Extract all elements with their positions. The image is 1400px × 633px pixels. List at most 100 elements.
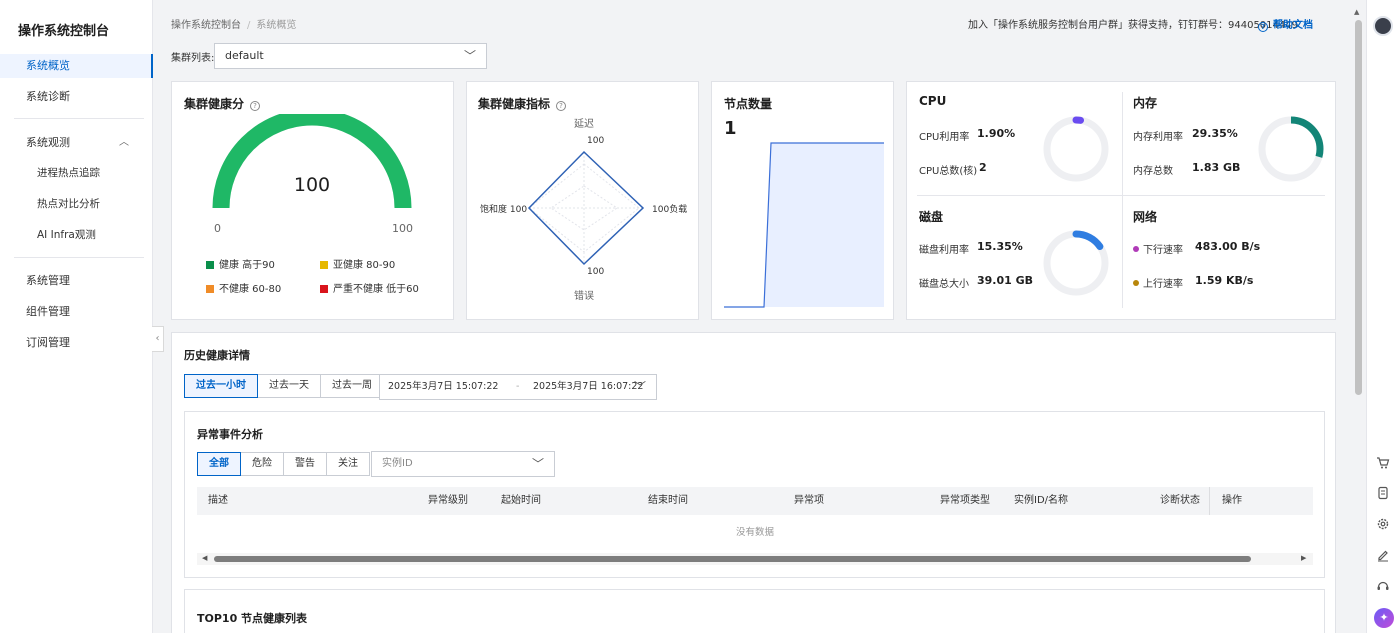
- column-header: 异常项类型: [940, 495, 990, 506]
- column-header: 结束时间: [648, 495, 688, 506]
- sidebar-item-overview[interactable]: 系统概览: [0, 54, 153, 78]
- legend-label: 严重不健康 低于60: [333, 284, 419, 295]
- disk-donut: [1043, 230, 1109, 296]
- sidebar-item-label: 系统观测: [26, 136, 70, 149]
- top10-panel: TOP10 节点健康列表: [184, 589, 1325, 633]
- cluster-select[interactable]: default ﹀: [214, 43, 487, 69]
- edit-icon[interactable]: [1375, 548, 1391, 564]
- column-header: 异常级别: [428, 495, 468, 506]
- disk-usage-value: 15.35%: [977, 240, 1023, 253]
- ai-assistant-icon[interactable]: ✦: [1374, 608, 1394, 628]
- radar-axis-name-load: 负载: [669, 205, 688, 215]
- health-score-value: 100: [293, 174, 331, 196]
- gauge-max-label: 100: [392, 222, 413, 235]
- filter-tab-attention[interactable]: 关注: [326, 452, 370, 476]
- column-header: 描述: [208, 495, 228, 506]
- help-docs-link[interactable]: ? 帮助文档: [1258, 16, 1313, 32]
- resources-divider-v: [1122, 92, 1123, 308]
- horizontal-scrollbar[interactable]: ◀ ▶: [197, 553, 1313, 565]
- anomaly-filter-tabs: 全部 危险 警告 关注: [197, 452, 370, 476]
- network-up-value: 1.59 KB/s: [1195, 274, 1254, 287]
- memory-donut: [1258, 116, 1324, 182]
- cpu-count-label: CPU总数(核): [919, 166, 978, 177]
- column-header: 操作: [1222, 495, 1242, 506]
- range-tab-week[interactable]: 过去一周: [320, 374, 384, 398]
- chevron-down-icon: ﹀: [633, 380, 646, 394]
- cpu-count-value: 2: [979, 161, 987, 174]
- date-range-sep: -: [516, 381, 520, 392]
- anomaly-panel: 异常事件分析 全部 危险 警告 关注 实例ID ﹀ 描述 异常级别 起始时间 结…: [184, 411, 1325, 578]
- question-icon[interactable]: ?: [250, 101, 261, 111]
- instance-id-select[interactable]: 实例ID ﹀: [371, 451, 555, 477]
- gauge-min-label: 0: [214, 222, 221, 235]
- instance-id-placeholder: 实例ID: [382, 458, 413, 469]
- legend-item-healthy: 健康 高于90: [206, 256, 275, 271]
- top10-title: TOP10 节点健康列表: [197, 612, 308, 625]
- avatar[interactable]: [1373, 16, 1393, 36]
- legend-label: 健康 高于90: [219, 260, 275, 271]
- sidebar: 操作系统控制台 系统概览 系统诊断 系统观测 ︿ 进程热点追踪 热点对比分析 A…: [0, 0, 153, 633]
- breadcrumb-item-console[interactable]: 操作系统控制台: [171, 20, 241, 31]
- cart-icon[interactable]: [1375, 456, 1391, 472]
- chevron-down-icon: ﹀: [463, 49, 476, 63]
- range-tab-hour[interactable]: 过去一小时: [184, 374, 258, 398]
- cpu-title: CPU: [919, 94, 947, 108]
- sidebar-item-observability[interactable]: 系统观测 ︿: [0, 131, 153, 155]
- sidebar-collapse-button[interactable]: ‹: [152, 326, 164, 352]
- date-range-picker[interactable]: 2025年3月7日 15:07:22 - 2025年3月7日 16:07:22 …: [379, 374, 657, 400]
- sidebar-item-subscription[interactable]: 订阅管理: [0, 331, 153, 355]
- range-tab-day[interactable]: 过去一天: [257, 374, 321, 398]
- disk-title: 磁盘: [919, 210, 944, 224]
- sidebar-item-process-hotspot[interactable]: 进程热点追踪: [0, 161, 153, 185]
- sidebar-divider: [14, 118, 144, 119]
- filter-tab-warning[interactable]: 警告: [283, 452, 327, 476]
- headset-icon[interactable]: [1375, 579, 1391, 595]
- breadcrumb: 操作系统控制台 / 系统概览: [171, 20, 297, 31]
- date-range-start: 2025年3月7日 15:07:22: [388, 381, 499, 392]
- help-docs-label: 帮助文档: [1273, 20, 1313, 31]
- anomaly-title: 异常事件分析: [197, 428, 263, 441]
- cpu-usage-value: 1.90%: [977, 127, 1016, 140]
- column-header: 异常项: [794, 495, 824, 506]
- radar-value-load-number: 100: [652, 205, 670, 215]
- sidebar-item-ai-infra[interactable]: AI Infra观测: [0, 223, 153, 247]
- health-gauge: [212, 114, 412, 209]
- history-card: 历史健康详情 过去一小时 过去一天 过去一周 2025年3月7日 15:07:2…: [171, 332, 1336, 633]
- filter-tab-danger[interactable]: 危险: [240, 452, 284, 476]
- breadcrumb-item-current: 系统概览: [256, 20, 297, 31]
- sidebar-item-component-manage[interactable]: 组件管理: [0, 300, 153, 324]
- document-icon[interactable]: [1375, 486, 1391, 502]
- sidebar-item-hotspot-compare[interactable]: 热点对比分析: [0, 192, 153, 216]
- horizontal-scrollbar-thumb[interactable]: [214, 556, 1251, 562]
- scroll-up-icon[interactable]: ▲: [1354, 8, 1359, 16]
- sidebar-item-diagnosis[interactable]: 系统诊断: [0, 85, 153, 109]
- disk-total-label: 磁盘总大小: [919, 279, 969, 290]
- filter-tab-all[interactable]: 全部: [197, 452, 241, 476]
- legend-swatch: [320, 285, 328, 293]
- radar-value-latency: 100: [587, 136, 605, 146]
- gear-icon[interactable]: [1375, 517, 1391, 533]
- health-score-title: 集群健康分?: [184, 95, 261, 112]
- node-count-value: 1: [724, 118, 737, 139]
- radar-value-saturation-number: 100: [509, 205, 528, 215]
- resources-divider-h: [917, 195, 1325, 196]
- radar-value-load: 100负载: [652, 202, 687, 215]
- radar-axis-name-error: 错误: [574, 291, 594, 302]
- network-down-dot: [1133, 246, 1139, 252]
- memory-total-label: 内存总数: [1133, 166, 1173, 177]
- scroll-right-icon[interactable]: ▶: [1301, 554, 1306, 562]
- sidebar-item-system-manage[interactable]: 系统管理: [0, 269, 153, 293]
- legend-swatch: [206, 285, 214, 293]
- health-metrics-card: 集群健康指标? 延迟 100 100负载 100 错误 饱和度 100: [466, 81, 699, 320]
- radar-value-saturation: 饱和度 100: [480, 202, 527, 215]
- node-count-title: 节点数量: [724, 97, 773, 111]
- radar-axis-name-saturation: 饱和度: [480, 205, 508, 215]
- scroll-left-icon[interactable]: ◀: [202, 554, 207, 562]
- health-score-card: 集群健康分? 100 0 100 健康 高于90 亚健康 80-90 不健康 6…: [171, 81, 454, 320]
- radar-value-error: 100: [587, 267, 605, 277]
- support-text: 加入「操作系统服务控制台用户群」获得支持，钉钉群号：94405014449: [968, 20, 1298, 31]
- memory-title: 内存: [1133, 96, 1158, 110]
- page-scrollbar-thumb[interactable]: [1355, 20, 1362, 395]
- network-title: 网络: [1133, 210, 1158, 224]
- column-divider: [1209, 487, 1210, 515]
